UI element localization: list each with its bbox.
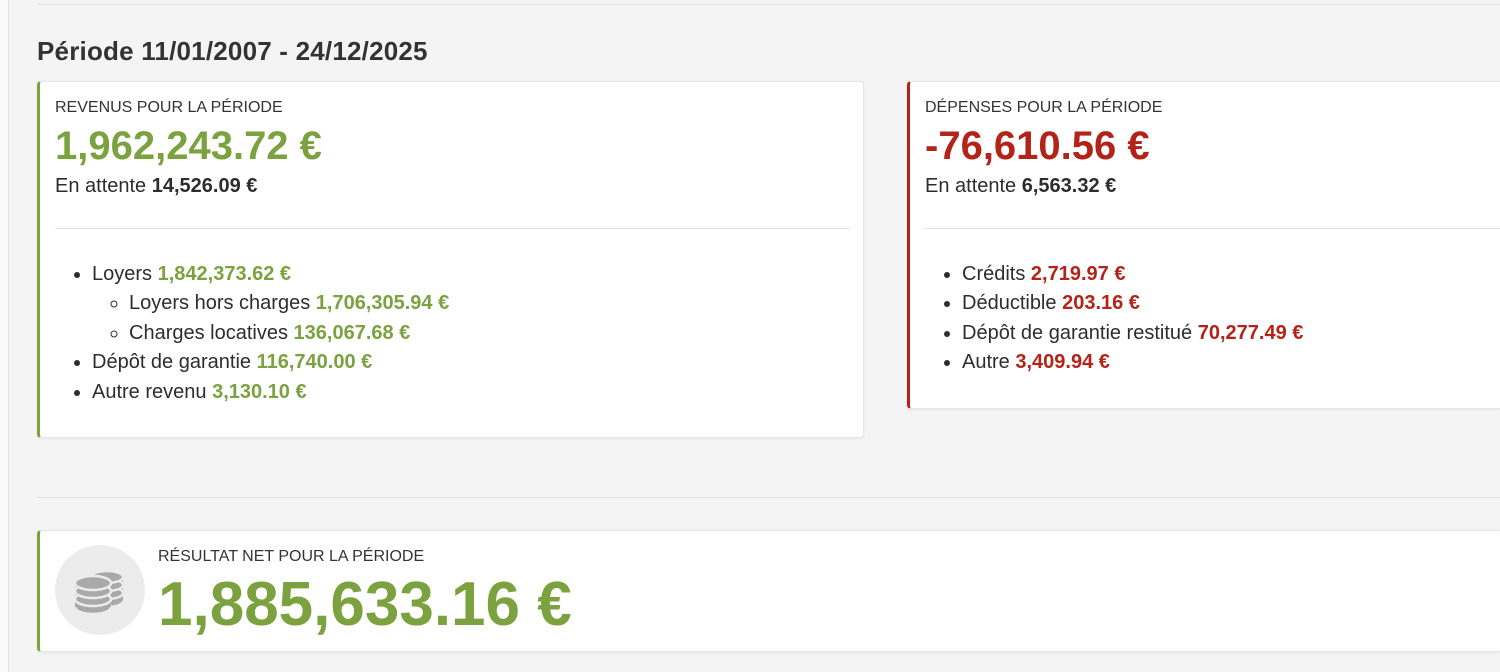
loyers-sub-list: Loyers hors charges 1,706,305.94 € Charg… (92, 289, 449, 348)
item-label: Dépôt de garantie (92, 351, 252, 374)
list-item-depot-restitue: Dépôt de garantie restitué 70,277.49 € (962, 319, 1303, 348)
expenses-pending-label: En attente (925, 175, 1017, 197)
section-divider (37, 497, 1500, 498)
list-item-autre: Autre 3,409.94 € (962, 348, 1303, 377)
list-item-deductible: Déductible 203.16 € (962, 289, 1303, 318)
coins-icon (55, 545, 145, 635)
list-item-loyers: Loyers 1,842,373.62 € Loyers hors charge… (92, 260, 449, 348)
item-value: 1,706,305.94 € (315, 292, 450, 315)
item-value: 203.16 € (1062, 292, 1140, 315)
item-value: 3,409.94 € (1015, 351, 1110, 374)
list-item-autre-revenu: Autre revenu 3,130.10 € (92, 378, 449, 407)
expenses-card: DÉPENSES POUR LA PÉRIODE -76,610.56 € En… (907, 81, 1500, 409)
period-title: Période 11/01/2007 - 24/12/2025 (37, 36, 428, 66)
coins-icon-graphic (73, 569, 125, 616)
revenue-card: REVENUS POUR LA PÉRIODE 1,962,243.72 € E… (37, 81, 864, 438)
item-label: Déductible (962, 292, 1057, 315)
item-label: Autre (962, 351, 1010, 374)
net-result-amount: 1,885,633.16 € (158, 570, 572, 639)
left-panel-edge (0, 0, 9, 672)
item-value: 136,067.68 € (293, 321, 411, 344)
list-item-loyers-hors-charges: Loyers hors charges 1,706,305.94 € (129, 289, 449, 318)
item-value: 116,740.00 € (256, 351, 373, 374)
expenses-card-label: DÉPENSES POUR LA PÉRIODE (925, 99, 1163, 116)
expenses-pending: En attente 6,563.32 € (925, 173, 1116, 199)
expenses-divider (925, 228, 1500, 229)
item-label: Autre revenu (92, 380, 207, 403)
net-result-label: RÉSULTAT NET POUR LA PÉRIODE (158, 548, 425, 565)
item-label: Charges locatives (129, 321, 288, 344)
item-value: 70,277.49 € (1197, 321, 1304, 344)
item-value: 3,130.10 € (212, 380, 307, 403)
expenses-pending-value: 6,563.32 € (1021, 175, 1117, 197)
list-item-charges-locatives: Charges locatives 136,067.68 € (129, 319, 449, 348)
revenue-card-label: REVENUS POUR LA PÉRIODE (55, 99, 283, 116)
item-label: Crédits (962, 263, 1026, 285)
top-divider (37, 4, 1500, 5)
expenses-total-amount: -76,610.56 € (925, 124, 1150, 168)
expenses-breakdown-list: Crédits 2,719.97 € Déductible 203.16 € D… (925, 260, 1303, 378)
list-item-credits: Crédits 2,719.97 € (962, 260, 1303, 289)
revenue-divider (55, 228, 850, 229)
item-label: Dépôt de garantie restitué (962, 321, 1193, 344)
revenue-pending: En attente 14,526.09 € (55, 173, 257, 199)
item-value: 2,719.97 € (1030, 263, 1126, 285)
revenue-total-amount: 1,962,243.72 € (55, 124, 322, 168)
net-result-card: RÉSULTAT NET POUR LA PÉRIODE 1,885,633.1… (37, 530, 1500, 652)
revenue-pending-label: En attente (55, 175, 147, 197)
item-value: 1,842,373.62 € (157, 263, 292, 285)
list-item-depot-de-garantie: Dépôt de garantie 116,740.00 € (92, 348, 449, 377)
revenue-breakdown-list: Loyers 1,842,373.62 € Loyers hors charge… (55, 260, 449, 407)
item-label: Loyers (92, 263, 153, 285)
item-label: Loyers hors charges (129, 292, 311, 315)
revenue-pending-value: 14,526.09 € (151, 175, 258, 197)
